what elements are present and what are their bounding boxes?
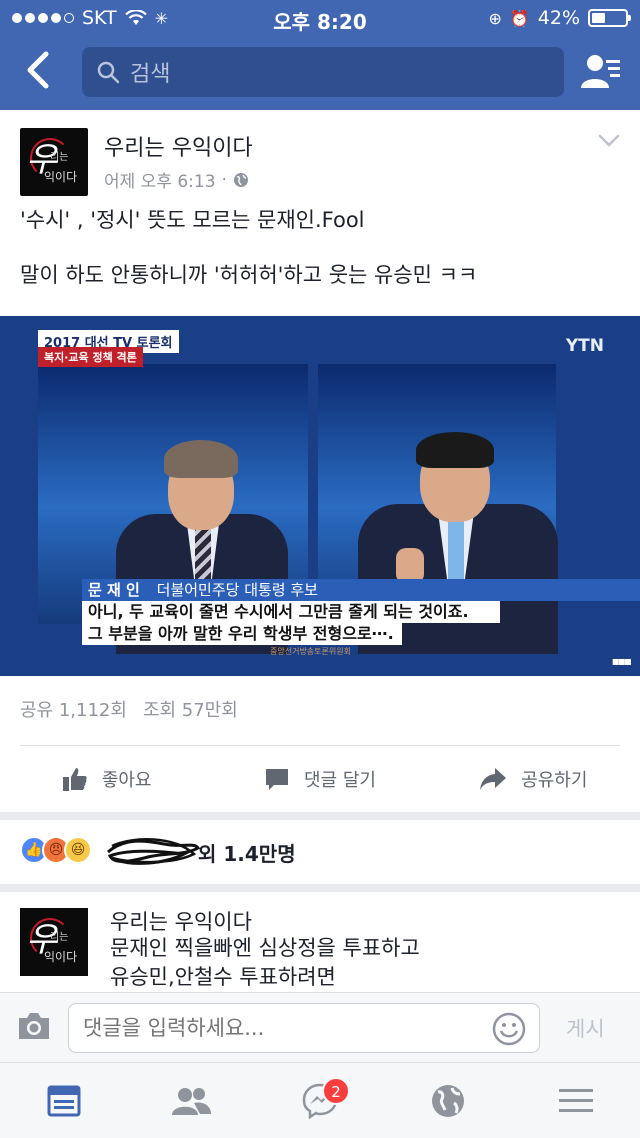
tab-friends[interactable] bbox=[128, 1063, 256, 1138]
video-player[interactable]: 2017 대선 TV 토론회 복지·교육 정책 격론 YTN 문 재 인 더불어… bbox=[0, 316, 640, 676]
post-stats: 공유 1,112회 조회 57만회 bbox=[20, 696, 238, 722]
post-meta: 어제 오후 6:13 · bbox=[104, 167, 249, 192]
speaker-role: 더불어민주당 대통령 후보 bbox=[156, 581, 318, 599]
comment-text-line: 유승민,안철수 투표하려면 bbox=[110, 965, 336, 989]
post-timestamp[interactable]: 어제 오후 6:13 bbox=[104, 167, 216, 192]
reaction-icons: 👍 😠 😆 bbox=[20, 836, 92, 864]
comment-input[interactable] bbox=[68, 1003, 540, 1053]
comment-composer: 게시 bbox=[0, 992, 640, 1062]
channel-logo: YTN bbox=[565, 336, 604, 356]
redaction-scribble bbox=[107, 838, 200, 865]
tab-menu[interactable] bbox=[512, 1063, 640, 1138]
comment-item: 우 리는 익이다 우리는 우익이다 문재인 찍을빠엔 심상정을 투표하고 유승민… bbox=[0, 892, 640, 992]
messenger-badge: 2 bbox=[322, 1077, 350, 1105]
meta-separator: · bbox=[221, 169, 227, 190]
hamburger-menu-icon bbox=[559, 1088, 593, 1112]
reactions-row[interactable]: 👍 😠 😆 외 1.4만명 bbox=[0, 820, 640, 884]
like-button[interactable]: 좋아요 bbox=[0, 746, 213, 812]
tab-news-feed[interactable] bbox=[0, 1063, 128, 1138]
comment-avatar-bottom: 익이다 bbox=[44, 950, 78, 964]
rotation-lock-icon: ⊕ bbox=[488, 8, 502, 28]
status-bar: SKT ✳ 오후 8:20 ⊕ ⏰ 42% bbox=[0, 0, 640, 36]
tab-bar: 2 bbox=[0, 1062, 640, 1138]
camera-icon[interactable] bbox=[16, 1011, 52, 1041]
back-arrow-icon[interactable] bbox=[22, 50, 54, 90]
comment-icon bbox=[266, 769, 288, 790]
chevron-down-icon[interactable] bbox=[598, 134, 620, 148]
post-text-line: '수시' , '정시' 뜻도 모르는 문재인.Fool bbox=[20, 208, 365, 232]
share-button[interactable]: 공유하기 bbox=[427, 746, 640, 812]
post-text: '수시' , '정시' 뜻도 모르는 문재인.Fool 말이 하도 안통하니까 … bbox=[20, 206, 620, 316]
share-arrow-icon bbox=[480, 768, 507, 790]
alarm-icon: ⏰ bbox=[509, 8, 530, 28]
comment-author[interactable]: 우리는 우익이다 bbox=[110, 906, 252, 936]
search-input[interactable]: 검색 bbox=[82, 47, 564, 97]
page-name[interactable]: 우리는 우익이다 bbox=[104, 130, 253, 162]
page-avatar[interactable]: 우 리는 익이다 bbox=[20, 128, 88, 196]
comment-text: 문재인 찍을빠엔 심상정을 투표하고 유승민,안철수 투표하려면 bbox=[110, 934, 420, 992]
search-icon bbox=[97, 61, 120, 84]
haha-reaction-icon: 😆 bbox=[64, 836, 92, 864]
battery-percent: 42% bbox=[537, 7, 580, 29]
nav-bar: 검색 bbox=[0, 36, 640, 110]
comment-text-line: 문재인 찍을빠엔 심상정을 투표하고 bbox=[110, 936, 420, 960]
avatar-logo-small: 리는 bbox=[50, 152, 69, 163]
video-credit: 중앙선거방송토론위원회 bbox=[270, 647, 351, 656]
reaction-summary: 외 1.4만명 bbox=[198, 842, 296, 866]
video-caption-line: 아니, 두 교육이 줄면 수시에서 그만큼 줄게 되는 것이죠. bbox=[82, 601, 500, 623]
battery-icon bbox=[588, 9, 631, 27]
video-subtitle-badge: 복지·교육 정책 격론 bbox=[38, 347, 143, 367]
like-label: 좋아요 bbox=[101, 770, 152, 791]
thumbs-up-icon bbox=[62, 768, 87, 791]
top-bar: SKT ✳ 오후 8:20 ⊕ ⏰ 42% 검색 bbox=[0, 0, 640, 110]
comment-label: 댓글 달기 bbox=[304, 770, 376, 791]
share-label: 공유하기 bbox=[521, 770, 588, 791]
speaker-name: 문 재 인 bbox=[88, 581, 140, 599]
friends-icon bbox=[172, 1087, 211, 1115]
globe-notifications-icon bbox=[432, 1084, 464, 1117]
news-feed-icon bbox=[47, 1085, 81, 1116]
globe-icon bbox=[233, 172, 248, 187]
share-count[interactable]: 공유 1,112회 bbox=[20, 696, 127, 722]
tab-messenger[interactable]: 2 bbox=[256, 1063, 384, 1138]
post-text-line: 말이 하도 안통하니까 '허허허'하고 웃는 유승민 ㅋㅋ bbox=[20, 263, 478, 287]
video-options-icon[interactable]: ▪▪▪ bbox=[612, 654, 632, 668]
tab-notifications[interactable] bbox=[384, 1063, 512, 1138]
post-actions: 좋아요 댓글 달기 공유하기 bbox=[0, 746, 640, 812]
post-comment-button[interactable]: 게시 bbox=[566, 1013, 605, 1043]
post-card: 우 리는 익이다 우리는 우익이다 어제 오후 6:13 · '수시' , '정… bbox=[0, 110, 640, 812]
view-count: 조회 57만회 bbox=[142, 700, 238, 721]
search-placeholder: 검색 bbox=[130, 62, 171, 87]
friend-requests-icon[interactable] bbox=[580, 52, 622, 92]
video-caption-line: 그 부분을 아까 말한 우리 학생부 전형으로⋯. bbox=[82, 623, 402, 645]
status-right: ⊕ ⏰ 42% bbox=[488, 7, 631, 29]
avatar-logo-bottom: 익이다 bbox=[44, 170, 78, 184]
comment-avatar[interactable]: 우 리는 익이다 bbox=[20, 908, 88, 976]
speaker-lower-third: 문 재 인 더불어민주당 대통령 후보 bbox=[82, 579, 640, 601]
comment-button[interactable]: 댓글 달기 bbox=[213, 746, 426, 812]
comment-avatar-small: 리는 bbox=[50, 932, 69, 943]
emoji-icon[interactable] bbox=[492, 1012, 526, 1046]
